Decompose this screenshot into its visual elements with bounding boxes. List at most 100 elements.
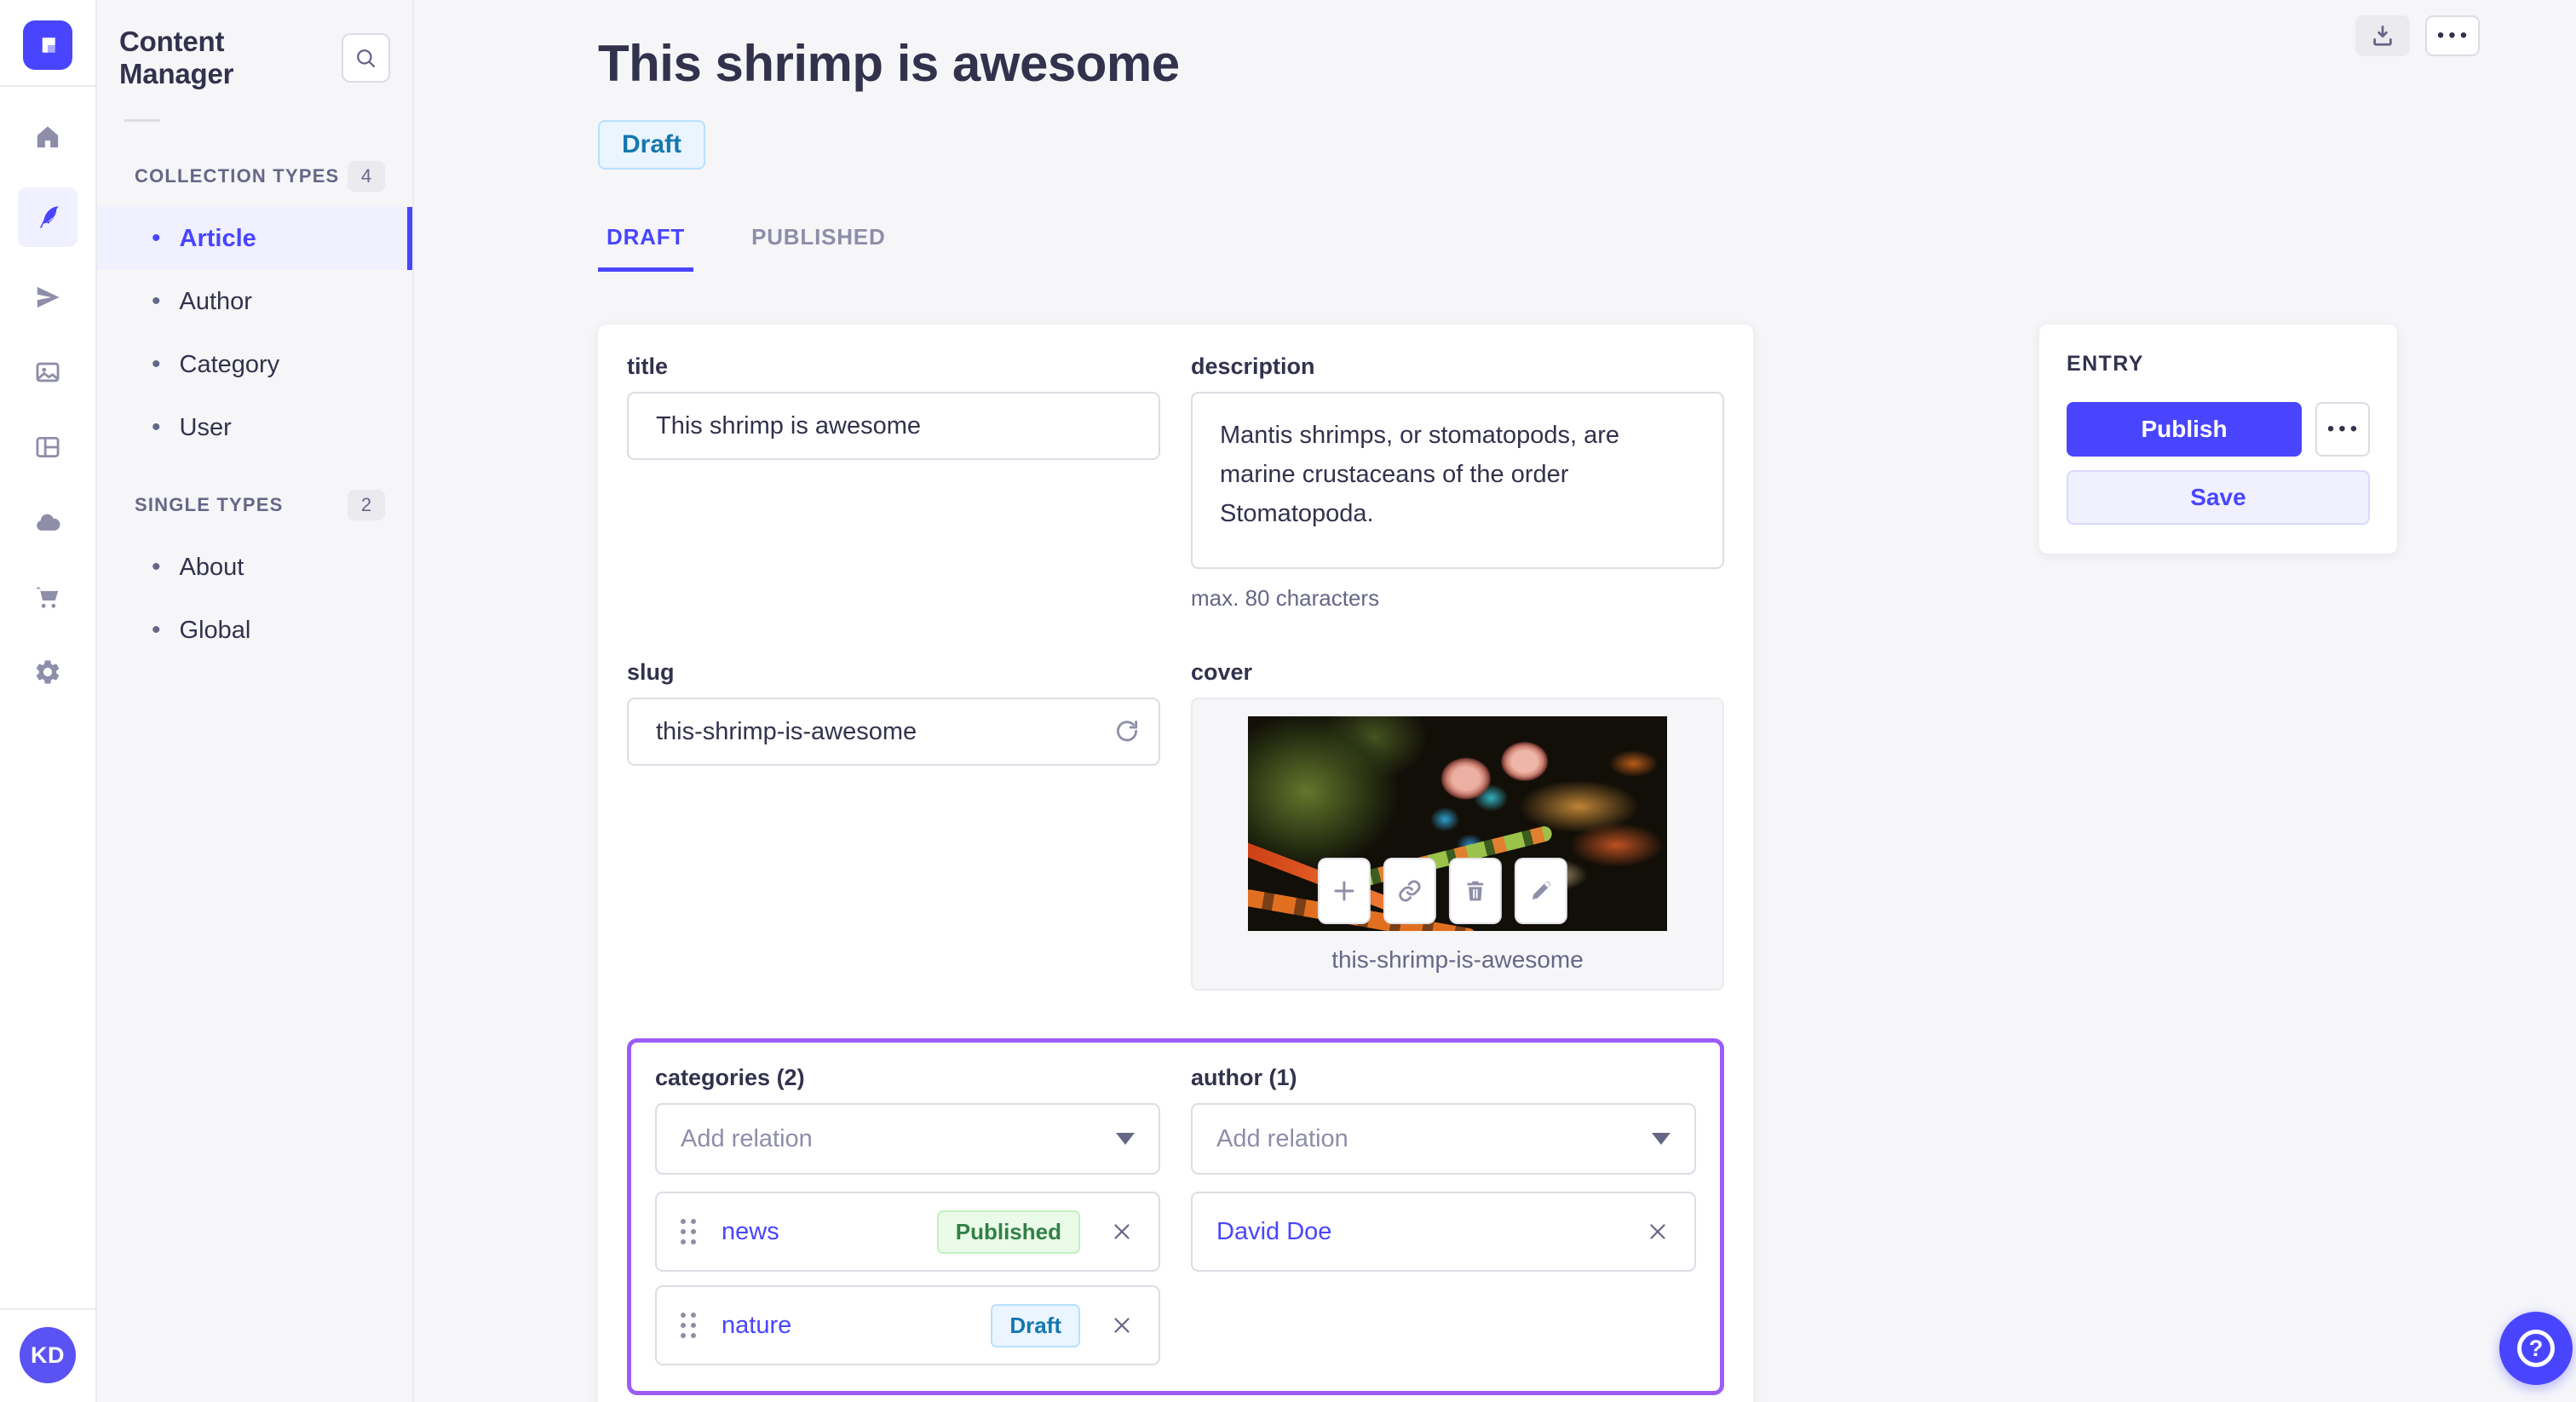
title-input[interactable]: [627, 392, 1160, 460]
sidebar-item-author[interactable]: • Author: [97, 270, 412, 333]
edit-form-card: title description Mantis shrimps, or sto…: [598, 325, 1753, 1402]
status-badge-published: Published: [936, 1210, 1080, 1254]
slug-input[interactable]: [627, 698, 1160, 766]
strapi-admin-app: KD Content Manager COLLECTION TYPES 4 • …: [0, 0, 2576, 1402]
entry-panel: ENTRY Publish ••• Save: [2039, 325, 2397, 554]
close-icon: [1114, 1224, 1130, 1239]
sidebar-item-user[interactable]: • User: [97, 396, 412, 459]
cover-add-button[interactable]: [1317, 858, 1371, 924]
question-mark-icon: ?: [2517, 1330, 2555, 1367]
deploy-cloud-icon[interactable]: [23, 497, 72, 547]
cover-label: cover: [1191, 659, 1253, 685]
field-cover: cover this-shrimp-is-awesome: [1191, 659, 1724, 991]
relation-row-nature: nature Draft: [655, 1285, 1160, 1365]
header-more-button[interactable]: •••: [2425, 15, 2480, 56]
collection-types-header: COLLECTION TYPES 4: [119, 152, 390, 200]
relation-link-news[interactable]: news: [722, 1218, 779, 1246]
version-tabs: DRAFT PUBLISHED: [598, 224, 2576, 272]
field-slug: slug: [627, 659, 1160, 991]
collection-types-label: COLLECTION TYPES: [135, 165, 340, 187]
tab-published[interactable]: PUBLISHED: [743, 224, 894, 272]
search-button[interactable]: [341, 33, 390, 83]
collection-types-section: COLLECTION TYPES 4 • Article • Author • …: [97, 152, 412, 459]
subnav-divider: [124, 119, 160, 122]
description-textarea[interactable]: Mantis shrimps, or stomatopods, are mari…: [1191, 392, 1724, 569]
relation-link-david-doe[interactable]: David Doe: [1216, 1218, 1331, 1246]
relation-row-david-doe: David Doe: [1191, 1192, 1696, 1272]
entry-panel-title: ENTRY: [2067, 352, 2144, 376]
user-avatar[interactable]: KD: [20, 1327, 76, 1383]
sidebar-item-about[interactable]: • About: [97, 536, 412, 599]
marketplace-cart-icon[interactable]: [23, 572, 72, 622]
trash-icon: [1467, 881, 1484, 901]
title-row: This shrimp is awesome •••: [598, 15, 2576, 93]
media-library-icon[interactable]: [23, 348, 72, 397]
app-icon-rail: KD: [0, 0, 97, 1402]
slug-regenerate-button[interactable]: [1113, 717, 1141, 746]
drag-handle-icon[interactable]: [681, 1313, 696, 1338]
sidebar-item-article[interactable]: • Article: [97, 207, 412, 270]
drag-handle-icon[interactable]: [681, 1219, 696, 1244]
more-dots-icon: •••: [2436, 24, 2472, 47]
field-description: description Mantis shrimps, or stomatopo…: [1191, 353, 1724, 612]
releases-icon[interactable]: [23, 273, 72, 322]
content-type-builder-icon[interactable]: [23, 422, 72, 472]
subnav-title: Content Manager: [119, 26, 234, 89]
sidebar-item-category[interactable]: • Category: [97, 333, 412, 396]
remove-relation-news-button[interactable]: [1109, 1219, 1135, 1244]
relations-highlight-box: categories (2) Add relation news Publish…: [627, 1038, 1724, 1395]
remove-relation-nature-button[interactable]: [1109, 1313, 1135, 1338]
relation-row-news: news Published: [655, 1192, 1160, 1272]
author-add-relation-select[interactable]: Add relation: [1191, 1103, 1696, 1175]
publish-button[interactable]: Publish: [2067, 402, 2302, 457]
collection-types-count-badge: 4: [348, 161, 385, 192]
save-button[interactable]: Save: [2067, 470, 2370, 525]
content-manager-subnav: Content Manager COLLECTION TYPES 4 • Art…: [97, 0, 414, 1402]
close-icon: [1114, 1318, 1130, 1333]
logo-section: [0, 0, 95, 87]
settings-gear-icon[interactable]: [23, 647, 72, 697]
cover-actions: [1317, 858, 1567, 924]
title-label: title: [627, 353, 669, 379]
close-icon: [1650, 1224, 1665, 1239]
field-title: title: [627, 353, 1160, 612]
categories-label: categories (2): [655, 1065, 805, 1090]
cover-copy-link-button[interactable]: [1383, 858, 1436, 924]
author-column: author (1) Add relation David Doe: [1191, 1065, 1696, 1365]
header-actions: •••: [2355, 15, 2480, 56]
chevron-down-icon: [1652, 1133, 1670, 1145]
single-types-header: SINGLE TYPES 2: [119, 481, 390, 529]
categories-add-relation-select[interactable]: Add relation: [655, 1103, 1160, 1175]
slug-input-wrap: [627, 698, 1160, 766]
sidebar-item-global[interactable]: • Global: [97, 599, 412, 662]
refresh-icon: [1117, 720, 1138, 742]
single-types-count-badge: 2: [348, 490, 385, 520]
home-icon[interactable]: [23, 112, 72, 162]
single-types-section: SINGLE TYPES 2 • About • Global: [119, 481, 390, 662]
page-header: This shrimp is awesome ••• Draft DRAFT P…: [598, 15, 2576, 272]
slug-label: slug: [627, 659, 675, 685]
link-icon: [1399, 880, 1421, 902]
edit-view-main: This shrimp is awesome ••• Draft DRAFT P…: [414, 0, 2576, 1402]
tab-draft[interactable]: DRAFT: [598, 224, 694, 272]
page-title: This shrimp is awesome: [598, 35, 1180, 92]
remove-relation-author-button[interactable]: [1645, 1219, 1670, 1244]
cover-edit-button[interactable]: [1514, 858, 1567, 924]
relation-link-nature[interactable]: nature: [722, 1312, 791, 1340]
bullet-icon: •: [152, 287, 161, 315]
collection-types-list: • Article • Author • Category • User: [97, 207, 412, 459]
single-types-list: • About • Global: [97, 536, 412, 662]
download-icon: [2373, 26, 2392, 46]
help-button[interactable]: ?: [2499, 1312, 2573, 1385]
status-badge-draft: Draft: [991, 1303, 1080, 1347]
entry-more-button[interactable]: •••: [2315, 402, 2370, 457]
bullet-icon: •: [152, 413, 161, 441]
content-manager-icon[interactable]: [18, 187, 78, 247]
export-download-button[interactable]: [2355, 15, 2410, 56]
cover-filename-caption: this-shrimp-is-awesome: [1331, 946, 1584, 973]
cover-image-wrap: [1248, 716, 1667, 931]
strapi-logo[interactable]: [23, 20, 72, 70]
bullet-icon: •: [152, 616, 161, 644]
cover-delete-button[interactable]: [1448, 858, 1502, 924]
description-label: description: [1191, 353, 1315, 379]
